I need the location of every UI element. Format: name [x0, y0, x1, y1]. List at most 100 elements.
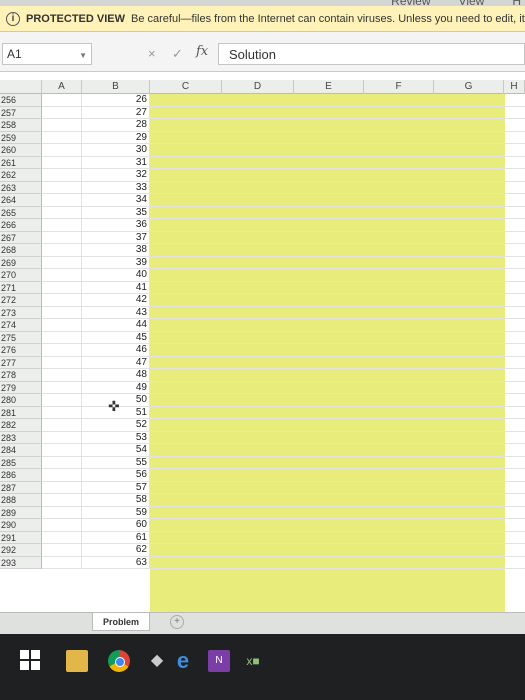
- row-header[interactable]: 269: [0, 256, 42, 269]
- cell-b[interactable]: 39: [82, 256, 150, 269]
- row-header[interactable]: 281: [0, 406, 42, 419]
- cell-a[interactable]: [42, 456, 82, 469]
- edge-icon[interactable]: e: [172, 650, 194, 672]
- column-header-d[interactable]: D: [222, 80, 294, 94]
- cell-b[interactable]: 62: [82, 544, 150, 557]
- cell-b[interactable]: 32: [82, 169, 150, 182]
- name-box[interactable]: A1 ▼: [2, 43, 92, 65]
- row-header[interactable]: 288: [0, 494, 42, 507]
- cell-a[interactable]: [42, 156, 82, 169]
- cell-a[interactable]: [42, 269, 82, 282]
- cell-a[interactable]: [42, 281, 82, 294]
- cell-b[interactable]: 44: [82, 319, 150, 332]
- row-header[interactable]: 266: [0, 219, 42, 232]
- cell-a[interactable]: [42, 181, 82, 194]
- cell-a[interactable]: [42, 306, 82, 319]
- row-header[interactable]: 275: [0, 331, 42, 344]
- row-header[interactable]: 276: [0, 344, 42, 357]
- select-all-corner[interactable]: [0, 80, 42, 94]
- row-header[interactable]: 293: [0, 556, 42, 569]
- enter-icon[interactable]: ✓: [172, 46, 183, 62]
- cell-a[interactable]: [42, 494, 82, 507]
- cancel-icon[interactable]: ×: [148, 46, 156, 61]
- row-header[interactable]: 272: [0, 294, 42, 307]
- cell-a[interactable]: [42, 331, 82, 344]
- column-header-a[interactable]: A: [42, 80, 82, 94]
- column-header-b[interactable]: B: [82, 80, 150, 94]
- row-header[interactable]: 279: [0, 381, 42, 394]
- row-header[interactable]: 289: [0, 506, 42, 519]
- cell-b[interactable]: 36: [82, 219, 150, 232]
- cell-a[interactable]: [42, 544, 82, 557]
- cell-a[interactable]: [42, 506, 82, 519]
- cell-a[interactable]: [42, 481, 82, 494]
- row-header[interactable]: 278: [0, 369, 42, 382]
- cell-b[interactable]: 56: [82, 469, 150, 482]
- cell-a[interactable]: [42, 406, 82, 419]
- row-header[interactable]: 290: [0, 519, 42, 532]
- cell-a[interactable]: [42, 431, 82, 444]
- cell-b[interactable]: 41: [82, 281, 150, 294]
- cell-a[interactable]: [42, 106, 82, 119]
- row-header[interactable]: 277: [0, 356, 42, 369]
- cell-a[interactable]: [42, 131, 82, 144]
- column-header-h[interactable]: H: [504, 80, 525, 94]
- column-header-g[interactable]: G: [434, 80, 504, 94]
- row-header[interactable]: 265: [0, 206, 42, 219]
- cell-b[interactable]: 46: [82, 344, 150, 357]
- cell-b[interactable]: 52: [82, 419, 150, 432]
- cell-a[interactable]: [42, 206, 82, 219]
- row-header[interactable]: 286: [0, 469, 42, 482]
- cell-b[interactable]: 27: [82, 106, 150, 119]
- row-header[interactable]: 292: [0, 544, 42, 557]
- cell-b[interactable]: 43: [82, 306, 150, 319]
- cell-a[interactable]: [42, 119, 82, 132]
- row-header[interactable]: 274: [0, 319, 42, 332]
- cell-a[interactable]: [42, 469, 82, 482]
- cell-a[interactable]: [42, 556, 82, 569]
- cell-a[interactable]: [42, 344, 82, 357]
- cell-a[interactable]: [42, 294, 82, 307]
- column-header-e[interactable]: E: [294, 80, 364, 94]
- cell-b[interactable]: 53: [82, 431, 150, 444]
- cell-a[interactable]: [42, 94, 82, 107]
- cell-b[interactable]: 33: [82, 181, 150, 194]
- row-header[interactable]: 260: [0, 144, 42, 157]
- cell-b[interactable]: 29: [82, 131, 150, 144]
- file-explorer-icon[interactable]: [66, 650, 88, 672]
- cell-b[interactable]: 61: [82, 531, 150, 544]
- cell-b[interactable]: 30: [82, 144, 150, 157]
- cell-a[interactable]: [42, 356, 82, 369]
- onenote-icon[interactable]: N: [208, 650, 230, 672]
- row-header[interactable]: 256: [0, 94, 42, 107]
- cell-b[interactable]: 34: [82, 194, 150, 207]
- row-header[interactable]: 283: [0, 431, 42, 444]
- cell-a[interactable]: [42, 419, 82, 432]
- cell-b[interactable]: 49: [82, 381, 150, 394]
- cell-a[interactable]: [42, 256, 82, 269]
- cell-area[interactable]: 26 27 28 29 30 31 32 33 34 35 36 37 38 39 40 41 42 43 44 45…: [42, 94, 525, 614]
- row-header[interactable]: 273: [0, 306, 42, 319]
- cell-b[interactable]: 26: [82, 94, 150, 107]
- cell-b[interactable]: 42: [82, 294, 150, 307]
- row-header[interactable]: 257: [0, 106, 42, 119]
- row-header[interactable]: 282: [0, 419, 42, 432]
- row-header[interactable]: 261: [0, 156, 42, 169]
- cell-a[interactable]: [42, 194, 82, 207]
- chrome-icon[interactable]: [108, 650, 130, 672]
- cell-a[interactable]: [42, 231, 82, 244]
- row-header[interactable]: 264: [0, 194, 42, 207]
- row-header[interactable]: 291: [0, 531, 42, 544]
- cell-b[interactable]: 48: [82, 369, 150, 382]
- row-header[interactable]: 285: [0, 456, 42, 469]
- windows-start-icon[interactable]: [20, 650, 42, 672]
- cell-b[interactable]: 60: [82, 519, 150, 532]
- row-header[interactable]: 259: [0, 131, 42, 144]
- formula-input[interactable]: Solution: [218, 43, 525, 65]
- insert-function-icon[interactable]: fx: [196, 44, 208, 59]
- cell-b[interactable]: 38: [82, 244, 150, 257]
- cell-a[interactable]: [42, 244, 82, 257]
- cell-a[interactable]: [42, 444, 82, 457]
- cell-b[interactable]: 37: [82, 231, 150, 244]
- cell-a[interactable]: [42, 144, 82, 157]
